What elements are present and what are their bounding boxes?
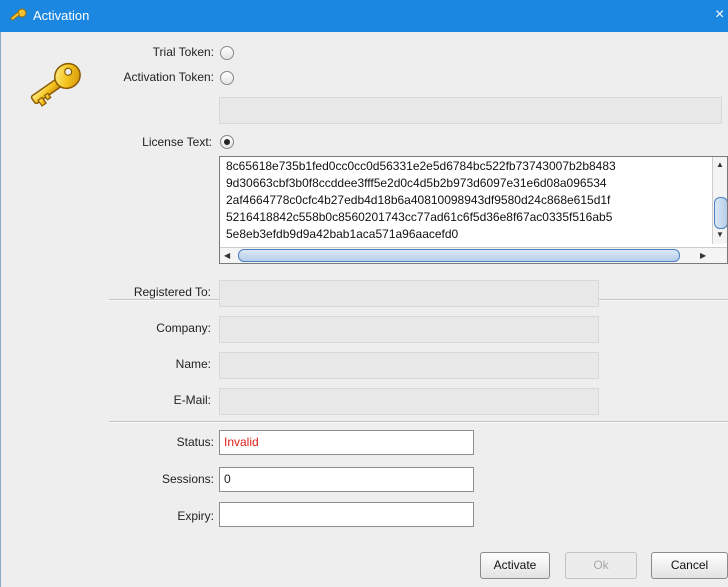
key-icon bbox=[30, 62, 81, 107]
license-text[interactable]: 8c65618e735b1fed0cc0cc0d56331e2e5d6784bc… bbox=[226, 158, 706, 243]
separator bbox=[109, 421, 728, 423]
status-label: Status: bbox=[176, 435, 214, 449]
registered-to-label: Registered To: bbox=[133, 285, 211, 299]
window-border bbox=[0, 32, 1, 587]
license-text-label: License Text: bbox=[142, 135, 212, 149]
cancel-button[interactable]: Cancel bbox=[651, 552, 728, 579]
activation-token-input[interactable] bbox=[219, 97, 722, 124]
sessions-field: 0 bbox=[219, 467, 474, 492]
license-text-radio[interactable] bbox=[220, 135, 234, 149]
registered-to-field bbox=[219, 280, 599, 307]
close-icon[interactable]: × bbox=[715, 5, 728, 25]
license-line: 5216418842c558b0c8560201743cc77ad61c6f5d… bbox=[226, 210, 613, 224]
horizontal-scrollbar[interactable]: ◀ ▶ bbox=[220, 247, 727, 263]
vertical-scrollbar[interactable]: ▲ ▼ bbox=[712, 157, 727, 244]
ok-button[interactable]: Ok bbox=[565, 552, 637, 579]
radio-selected-dot bbox=[224, 139, 230, 145]
key-icon bbox=[10, 8, 27, 21]
scroll-right-icon[interactable]: ▶ bbox=[700, 251, 706, 260]
trial-token-label: Trial Token: bbox=[152, 45, 214, 59]
activate-button[interactable]: Activate bbox=[480, 552, 550, 579]
scroll-left-icon[interactable]: ◀ bbox=[224, 251, 230, 260]
email-label: E-Mail: bbox=[173, 393, 211, 407]
name-field bbox=[219, 352, 599, 379]
license-textarea[interactable]: 8c65618e735b1fed0cc0cc0d56331e2e5d6784bc… bbox=[219, 156, 728, 264]
horizontal-scroll-thumb[interactable] bbox=[238, 249, 680, 262]
license-line: 2af4664778c0cfc4b27edb4d18b6a40810098943… bbox=[226, 193, 611, 207]
sessions-label: Sessions: bbox=[161, 472, 214, 486]
vertical-scroll-thumb[interactable] bbox=[714, 197, 727, 229]
activation-token-radio[interactable] bbox=[220, 71, 234, 85]
title-bar: Activation × bbox=[0, 0, 728, 32]
license-line: 5e8eb3efdb9d9a42bab1aca571a96aacefd0 bbox=[226, 227, 459, 241]
license-line: 9d30663cbf3b0f8ccddee3fff5e2d0c4d5b2b973… bbox=[226, 176, 607, 190]
name-label: Name: bbox=[175, 357, 211, 371]
scroll-up-icon[interactable]: ▲ bbox=[716, 160, 724, 169]
activation-token-label: Activation Token: bbox=[123, 70, 215, 84]
email-field bbox=[219, 388, 599, 415]
company-label: Company: bbox=[156, 321, 211, 335]
expiry-field bbox=[219, 502, 474, 527]
expiry-label: Expiry: bbox=[177, 509, 214, 523]
window-title: Activation bbox=[33, 8, 90, 23]
company-field bbox=[219, 316, 599, 343]
status-field: Invalid bbox=[219, 430, 474, 455]
trial-token-radio[interactable] bbox=[220, 46, 234, 60]
license-line: 8c65618e735b1fed0cc0cc0d56331e2e5d6784bc… bbox=[226, 159, 616, 173]
scroll-down-icon[interactable]: ▼ bbox=[716, 230, 724, 239]
